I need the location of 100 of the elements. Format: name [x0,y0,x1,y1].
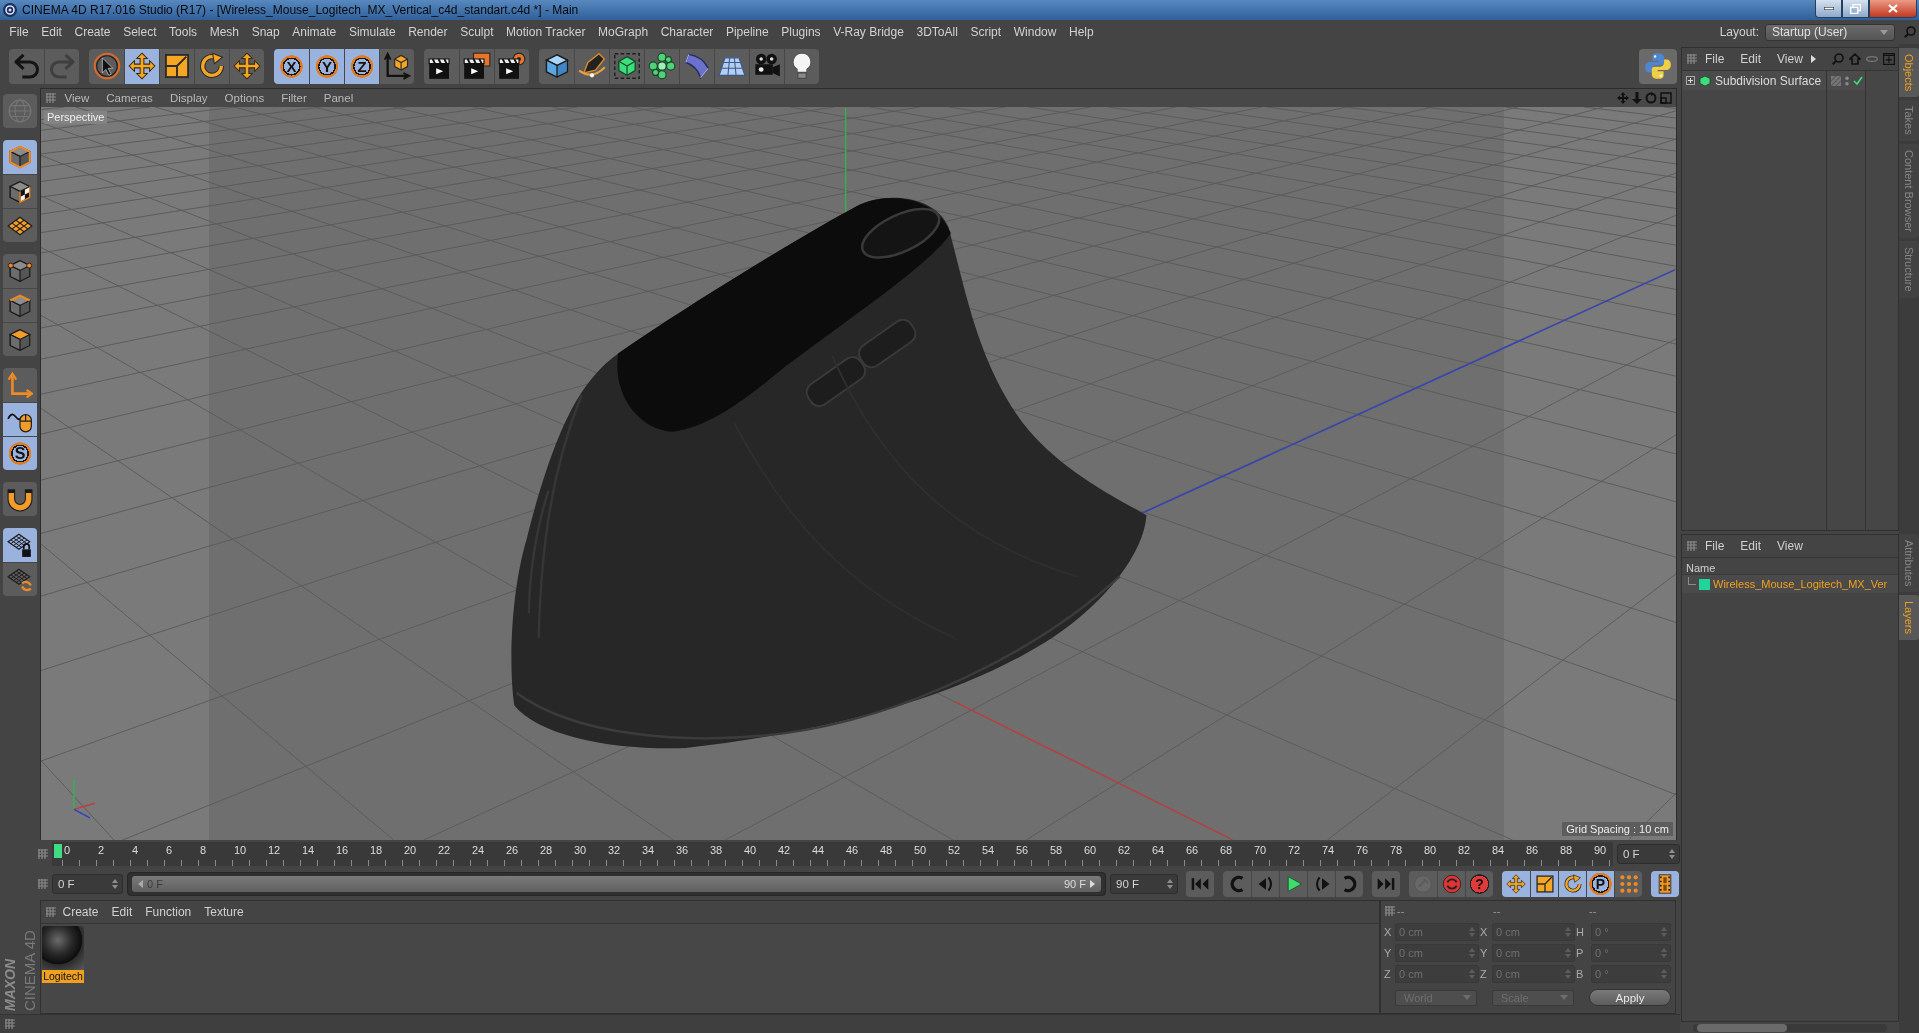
playback-button[interactable] [1502,871,1530,897]
menu-item[interactable]: Tools [162,25,204,39]
palette-button[interactable]: S [3,436,37,470]
menu-item[interactable]: Function [138,905,198,919]
down-arrow-icon[interactable] [1632,92,1642,104]
menu-item[interactable]: View [1769,539,1811,553]
menu-item[interactable]: Edit [105,905,139,919]
home-icon[interactable] [1849,53,1861,65]
menu-item[interactable]: Edit [1732,539,1770,553]
timeline-ruler[interactable]: 0 2 4 6 8 10 12 14 16 18 20 22 24 26 28 30 32 34 36 38 40 42 44 46 48 50 52 54 56 58 60 62 64 66 68 70 72 74 76 78 80 82 84 86 88 90 [52,842,1613,866]
menu-item[interactable]: Pipeline [719,25,775,39]
maximize-view-icon[interactable] [1660,92,1672,104]
palette-button[interactable] [3,322,37,356]
maximize-button[interactable] [1842,0,1869,18]
playhead-marker[interactable] [54,844,62,858]
menu-item[interactable]: 3DToAll [910,25,965,39]
playback-button[interactable] [1307,871,1335,897]
minimize-button[interactable] [1815,0,1842,18]
material-name[interactable]: Logitech [42,970,84,983]
orbit-icon[interactable] [1645,92,1657,104]
toolbar-button[interactable]: X [274,48,309,84]
palette-button[interactable] [3,562,37,596]
camera-label[interactable]: Perspective [44,111,108,124]
menu-item[interactable]: Cameras [97,92,162,104]
oval-icon[interactable] [1866,56,1878,62]
playback-button[interactable] [1335,871,1363,897]
menu-item[interactable]: View [56,92,98,104]
menu-item[interactable]: Animate [285,25,343,39]
toolbar-button[interactable] [749,48,784,84]
spinner-arrows-icon[interactable] [112,879,118,889]
playback-button[interactable] [1251,871,1279,897]
toolbar-button[interactable] [194,48,229,84]
grip-handle-icon[interactable] [38,849,48,859]
palette-button[interactable] [3,528,37,562]
menu-item[interactable]: Help [1062,25,1100,39]
menu-item[interactable]: View [1769,52,1811,66]
toolbar-button[interactable] [424,48,459,84]
menu-item[interactable]: Snap [245,25,286,39]
toolbar-button[interactable] [379,48,414,84]
toolbar-button[interactable] [159,48,194,84]
playback-button[interactable]: ? [1465,871,1493,897]
menu-item[interactable]: Render [401,25,454,39]
menu-item[interactable]: File [1697,539,1733,553]
menu-item[interactable]: Create [56,905,106,919]
toolbar-button[interactable] [574,48,609,84]
menu-item[interactable]: Character [654,25,720,39]
playback-button[interactable] [1530,871,1558,897]
toolbar-button[interactable] [714,48,749,84]
palette-button[interactable] [3,288,37,322]
toolbar-button[interactable] [609,48,644,84]
layer-color-swatch[interactable] [1699,578,1710,590]
toolbar-button[interactable]: Y [309,48,344,84]
layout-dropdown[interactable]: Startup (User) [1765,23,1895,41]
menu-item[interactable]: V-Ray Bridge [826,25,911,39]
playback-button[interactable] [1372,871,1400,897]
palette-button[interactable] [3,174,37,208]
menu-item[interactable]: Texture [197,905,251,919]
end-frame-field[interactable]: 90 F [1110,874,1178,894]
menu-item[interactable]: Panel [315,92,362,104]
start-frame-field[interactable]: 0 F [52,874,123,894]
palette-button[interactable] [3,140,37,174]
python-button[interactable] [1639,48,1677,84]
menu-item[interactable]: File [1697,52,1733,66]
submenu-arrow-icon[interactable] [1810,55,1816,63]
grip-handle-icon[interactable] [46,93,56,103]
toolbar-button[interactable] [459,48,494,84]
playback-button[interactable] [1186,871,1214,897]
playback-button[interactable] [1558,871,1586,897]
toolbar-button[interactable] [89,48,124,84]
palette-button[interactable] [3,402,37,436]
search-icon[interactable] [1904,26,1916,38]
menu-item[interactable]: Edit [34,25,69,39]
toolbar-button[interactable] [644,48,679,84]
menu-item[interactable]: Simulate [342,25,402,39]
search-icon[interactable] [1832,53,1844,65]
side-tab[interactable]: Layers [1899,595,1919,641]
toolbar-button[interactable] [229,48,264,84]
playback-button[interactable] [1437,871,1465,897]
grip-handle-icon[interactable] [38,879,48,889]
menu-item[interactable]: Sculpt [453,25,500,39]
toolbar-button[interactable] [784,48,819,84]
spinner-arrows-icon[interactable] [1669,849,1675,859]
playback-button[interactable] [1223,871,1251,897]
close-button[interactable] [1869,0,1917,18]
grip-handle-icon[interactable] [1687,54,1697,64]
scrollbar-track[interactable] [1693,1024,1887,1032]
menu-item[interactable]: Mesh [203,25,246,39]
grip-handle-icon[interactable] [5,1019,15,1029]
menu-item[interactable]: Motion Tracker [499,25,592,39]
toolbar-button[interactable]: Z [344,48,379,84]
toolbar-button[interactable] [494,48,529,84]
check-icon[interactable] [1853,76,1863,85]
menu-item[interactable]: Script [964,25,1008,39]
scrollbar-thumb[interactable] [1697,1024,1787,1032]
grip-handle-icon[interactable] [1687,541,1697,551]
hatched-square-icon[interactable] [1831,75,1841,86]
menu-item[interactable]: Edit [1732,52,1770,66]
menu-item[interactable]: MoGraph [591,25,655,39]
menu-item[interactable]: Plugins [774,25,827,39]
pan-arrows-icon[interactable] [1617,92,1629,104]
